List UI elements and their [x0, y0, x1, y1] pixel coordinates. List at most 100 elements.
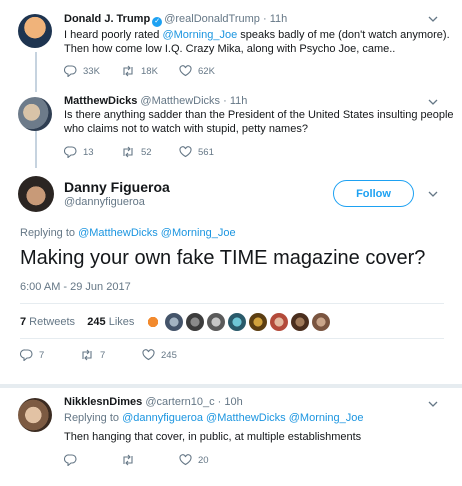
- retweet-icon: [123, 65, 133, 77]
- retweet-button[interactable]: 52: [121, 146, 179, 158]
- liker-avatars: [144, 313, 333, 331]
- retweet-count: 18K: [141, 65, 158, 77]
- dot-separator: ·: [217, 396, 222, 408]
- author-name[interactable]: Donald J. Trump: [64, 13, 150, 25]
- tweet-actions: 7 7 245: [20, 349, 177, 361]
- avatar[interactable]: [270, 313, 288, 331]
- avatar[interactable]: [228, 313, 246, 331]
- reply-count: 33K: [83, 65, 100, 77]
- tweet-actions: 13 52 561: [64, 146, 214, 158]
- reply-icon: [20, 349, 33, 361]
- tweet-text: Is there anything sadder than the Presid…: [64, 108, 454, 136]
- chevron-down-icon[interactable]: [427, 13, 439, 25]
- chevron-down-icon[interactable]: [427, 188, 439, 200]
- avatar[interactable]: [18, 14, 52, 48]
- avatar[interactable]: [291, 313, 309, 331]
- mention-link[interactable]: @Morning_Joe: [161, 227, 236, 239]
- tweet-actions: 33K 18K 62K: [64, 65, 215, 77]
- reply-tweet[interactable]: NikklesnDimes @cartern10_c · 10h Replyin…: [0, 388, 462, 486]
- tweet-trump[interactable]: Donald J. Trump ✓ @realDonaldTrump · 11h I…: [0, 0, 462, 92]
- like-button[interactable]: 20: [179, 454, 209, 466]
- tweet-header: Donald J. Trump ✓ @realDonaldTrump · 11h: [64, 13, 287, 27]
- like-count: 245: [161, 349, 177, 361]
- author-name[interactable]: MatthewDicks: [64, 95, 137, 107]
- retweet-icon: [123, 454, 133, 466]
- retweet-button[interactable]: 7: [80, 349, 142, 361]
- tweet-time[interactable]: 10h: [224, 396, 242, 408]
- mention-link[interactable]: @dannyfigueroa: [122, 412, 203, 424]
- avatar[interactable]: [312, 313, 330, 331]
- author-name[interactable]: Danny Figueroa: [64, 179, 170, 195]
- mention-link[interactable]: @Morning_Joe: [289, 412, 364, 424]
- retweets-label: Retweets: [26, 316, 76, 328]
- mention-link[interactable]: @MatthewDicks: [206, 412, 286, 424]
- heart-icon: [142, 349, 155, 361]
- heart-icon: [179, 454, 192, 466]
- divider: [20, 338, 444, 339]
- avatar[interactable]: [144, 313, 162, 331]
- replying-to-label: Replying to: [20, 227, 79, 239]
- retweet-button[interactable]: 18K: [121, 65, 179, 77]
- divider: [20, 303, 444, 304]
- avatar[interactable]: [18, 176, 54, 212]
- likes-label: Likes: [105, 316, 135, 328]
- mention-link[interactable]: @MatthewDicks: [78, 227, 158, 239]
- avatar[interactable]: [249, 313, 267, 331]
- replying-to: Replying to @dannyfigueroa @MatthewDicks…: [64, 412, 364, 424]
- reply-count: 13: [83, 146, 94, 158]
- tweet-time[interactable]: 11h: [270, 13, 288, 25]
- avatar[interactable]: [186, 313, 204, 331]
- tweet-header: NikklesnDimes @cartern10_c · 10h: [64, 396, 243, 408]
- retweet-icon: [123, 146, 133, 158]
- replying-to-label: Replying to: [64, 412, 123, 424]
- like-count: 20: [198, 454, 209, 466]
- reply-button[interactable]: 33K: [64, 65, 121, 77]
- mention-link[interactable]: @Morning_Joe: [162, 29, 237, 41]
- retweet-count: 7: [100, 349, 106, 361]
- author-handle[interactable]: @MatthewDicks: [140, 95, 220, 107]
- avatar[interactable]: [18, 97, 52, 131]
- author-handle[interactable]: @dannyfigueroa: [64, 196, 145, 208]
- retweets-stat[interactable]: 7 Retweets: [20, 316, 75, 328]
- tweet-timestamp[interactable]: 6:00 AM - 29 Jun 2017: [20, 281, 131, 293]
- tweet-text: Then hanging that cover, in public, at m…: [64, 431, 362, 443]
- dot-separator: ·: [263, 13, 267, 25]
- tweet-header: MatthewDicks @MatthewDicks · 11h: [64, 95, 247, 107]
- like-count: 62K: [198, 65, 215, 77]
- retweet-button[interactable]: [121, 454, 179, 466]
- heart-icon: [179, 146, 192, 158]
- like-count: 561: [198, 146, 214, 158]
- reply-button[interactable]: 7: [20, 349, 80, 361]
- avatar[interactable]: [165, 313, 183, 331]
- author-name[interactable]: NikklesnDimes: [64, 396, 142, 408]
- tweet-time[interactable]: 11h: [230, 95, 248, 107]
- author-handle[interactable]: @realDonaldTrump: [164, 13, 260, 25]
- like-button[interactable]: 62K: [179, 65, 215, 77]
- replying-to: Replying to @MatthewDicks @Morning_Joe: [20, 227, 236, 239]
- chevron-down-icon[interactable]: [427, 398, 439, 410]
- main-tweet-text: Making your own fake TIME magazine cover…: [20, 247, 426, 269]
- author-handle[interactable]: @cartern10_c: [145, 396, 214, 408]
- reply-button[interactable]: 13: [64, 146, 121, 158]
- text-line: who claims not to watch with stupid, pet…: [64, 123, 308, 135]
- chevron-down-icon[interactable]: [427, 96, 439, 108]
- tweet-matthewdicks[interactable]: MatthewDicks @MatthewDicks · 11h Is ther…: [0, 92, 462, 168]
- tweet-text: I heard poorly rated @Morning_Joe speaks…: [64, 28, 450, 56]
- tweet-actions: 20: [64, 454, 209, 466]
- like-button[interactable]: 245: [142, 349, 177, 361]
- text-segment: I heard poorly rated: [64, 29, 163, 41]
- dot-separator: ·: [223, 95, 227, 107]
- avatar[interactable]: [207, 313, 225, 331]
- follow-button[interactable]: Follow: [333, 180, 414, 207]
- retweet-icon: [82, 349, 92, 361]
- like-button[interactable]: 561: [179, 146, 214, 158]
- likes-stat[interactable]: 245 Likes: [87, 316, 134, 328]
- reply-icon: [64, 454, 77, 466]
- heart-icon: [179, 65, 192, 77]
- reply-button[interactable]: [64, 454, 121, 466]
- likes-count: 245: [87, 316, 106, 328]
- avatar[interactable]: [18, 398, 52, 432]
- reply-icon: [64, 146, 77, 158]
- text-segment: speaks badly of me (don't watch anymore)…: [237, 29, 450, 41]
- reply-count: 7: [39, 349, 45, 361]
